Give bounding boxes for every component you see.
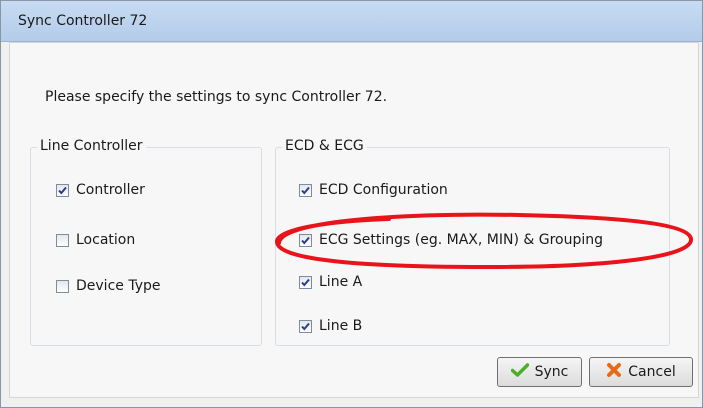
checkmark-icon (301, 278, 310, 287)
sync-dialog: Sync Controller 72 Please specify the se… (0, 0, 703, 408)
ecd-configuration-checkbox[interactable] (299, 183, 312, 197)
ecg-settings-label: ECG Settings (eg. MAX, MIN) & Grouping (319, 232, 604, 248)
checkmark-icon (301, 322, 310, 331)
checkmark-icon (301, 236, 310, 245)
location-checkbox[interactable] (56, 233, 69, 247)
location-label: Location (76, 232, 136, 248)
ecg-settings-checkbox[interactable] (299, 233, 312, 247)
device-type-checkbox-row[interactable]: Device Type (56, 276, 161, 296)
controller-checkbox[interactable] (56, 183, 69, 197)
line-b-label: Line B (319, 318, 363, 334)
sync-button[interactable]: Sync (497, 357, 582, 387)
device-type-label: Device Type (76, 278, 161, 294)
line-controller-group-title: Line Controller (37, 138, 146, 154)
line-b-checkbox-row[interactable]: Line B (299, 316, 362, 336)
device-type-checkbox[interactable] (56, 279, 69, 293)
checkmark-icon (301, 186, 310, 195)
checkmark-icon (510, 363, 529, 381)
sync-button-label: Sync (534, 364, 569, 380)
location-checkbox-row[interactable]: Location (56, 230, 135, 250)
line-a-checkbox[interactable] (299, 275, 312, 289)
ecg-settings-checkbox-row[interactable]: ECG Settings (eg. MAX, MIN) & Grouping (299, 230, 603, 250)
line-a-checkbox-row[interactable]: Line A (299, 272, 362, 292)
line-a-label: Line A (319, 274, 363, 290)
controller-checkbox-row[interactable]: Controller (56, 180, 145, 200)
x-icon (606, 362, 622, 382)
ecd-configuration-checkbox-row[interactable]: ECD Configuration (299, 180, 448, 200)
title-bar[interactable]: Sync Controller 72 (1, 1, 702, 42)
ecd-ecg-group-title: ECD & ECG (282, 138, 367, 154)
line-b-checkbox[interactable] (299, 319, 312, 333)
instruction-text: Please specify the settings to sync Cont… (45, 89, 388, 105)
ecd-configuration-label: ECD Configuration (319, 182, 448, 198)
cancel-button-label: Cancel (628, 364, 676, 380)
window-title: Sync Controller 72 (18, 13, 148, 29)
controller-label: Controller (76, 182, 145, 198)
checkmark-icon (58, 186, 67, 195)
cancel-button[interactable]: Cancel (589, 357, 693, 387)
